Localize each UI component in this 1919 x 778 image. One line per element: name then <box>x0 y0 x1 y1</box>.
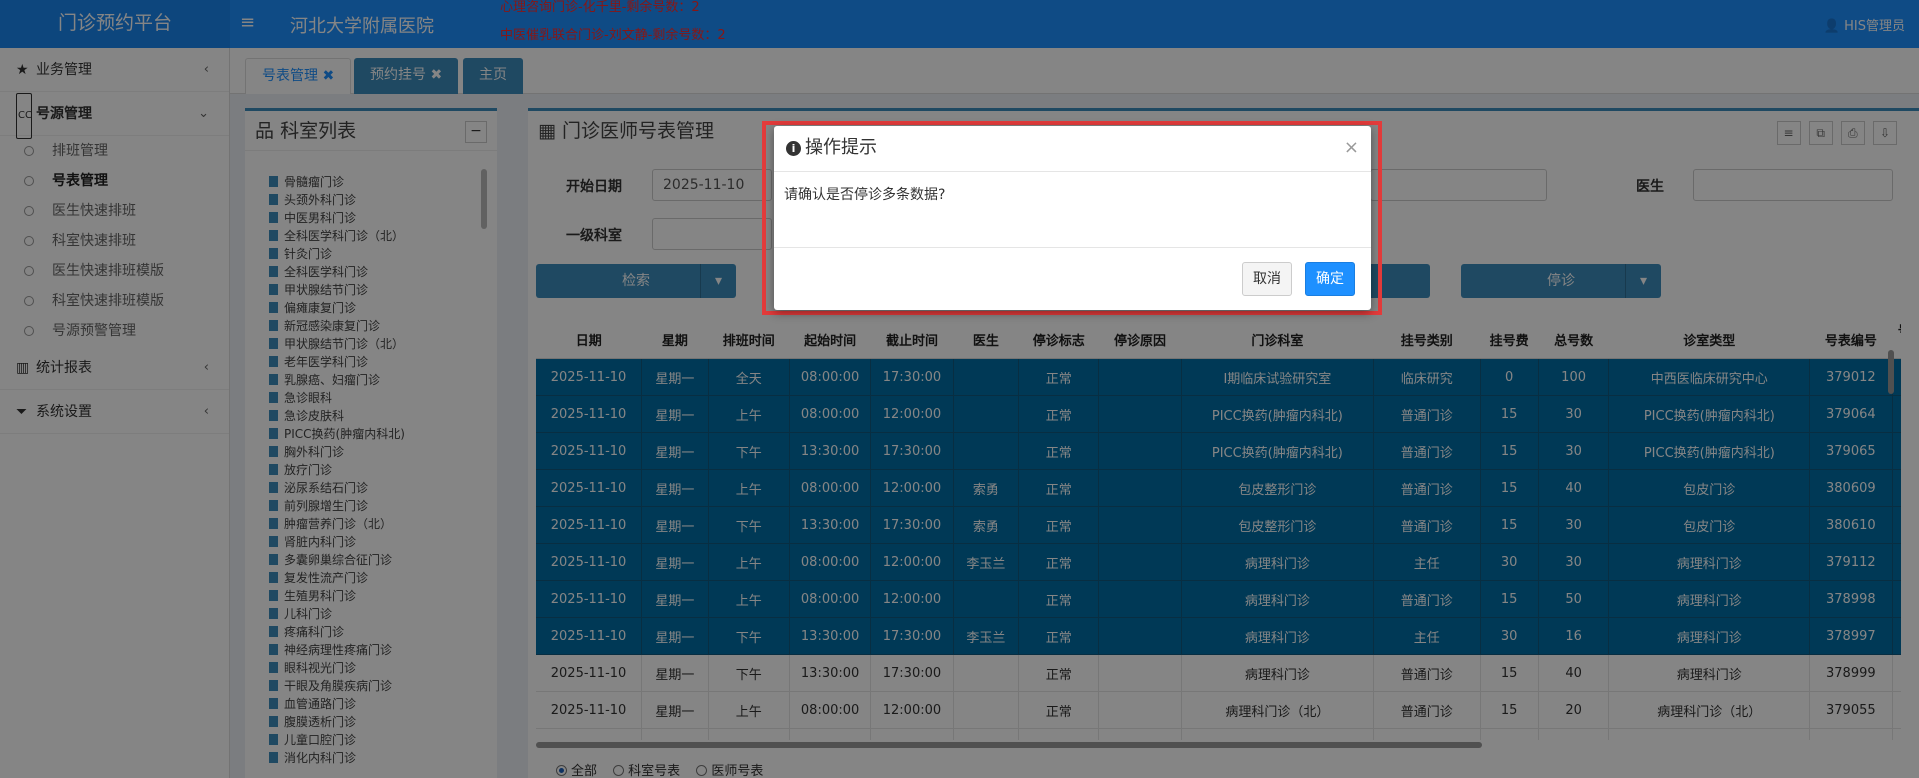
confirm-button[interactable]: 确定 <box>1305 262 1355 296</box>
modal-backdrop[interactable] <box>0 0 1919 778</box>
confirm-dialog: i 操作提示 × 请确认是否停诊多条数据? 取消 确定 <box>774 126 1371 310</box>
info-icon: i <box>786 141 801 156</box>
close-icon[interactable]: × <box>1344 126 1359 170</box>
dialog-header: i 操作提示 × <box>774 126 1371 172</box>
dialog-title: 操作提示 <box>805 137 877 158</box>
dialog-message: 请确认是否停诊多条数据? <box>774 172 1371 248</box>
cancel-button[interactable]: 取消 <box>1242 262 1292 296</box>
